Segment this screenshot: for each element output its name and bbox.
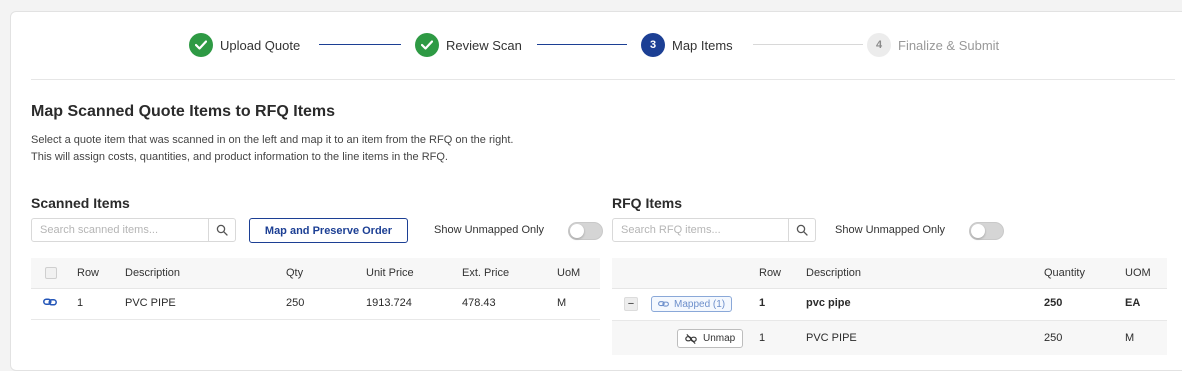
cell-uom: M (1125, 332, 1135, 344)
column-header: Description (125, 267, 181, 279)
description-line: This will assign costs, quantities, and … (31, 151, 448, 163)
cell-uom: EA (1125, 297, 1141, 309)
link-icon (658, 301, 669, 307)
divider (31, 79, 1175, 80)
mapped-badge[interactable]: Mapped (1) (651, 296, 733, 312)
scanned-items-title: Scanned Items (31, 195, 130, 211)
column-header: UoM (557, 267, 581, 279)
mapped-badge-label: Mapped (1) (674, 298, 726, 310)
step-upload-quote[interactable]: Upload Quote (189, 33, 300, 57)
step-label: Upload Quote (220, 37, 301, 53)
column-header: Row (77, 267, 100, 279)
search-button[interactable] (208, 219, 235, 241)
toggle-knob (570, 224, 584, 238)
cell-quantity: 250 (1044, 297, 1063, 309)
step-label: Finalize & Submit (898, 37, 1000, 53)
column-header: Quantity (1044, 267, 1085, 279)
check-icon (189, 33, 213, 57)
step-review-scan[interactable]: Review Scan (415, 33, 522, 57)
table-header: Row Description Quantity UOM (612, 258, 1167, 289)
cell-description: PVC PIPE (806, 332, 857, 344)
check-icon (415, 33, 439, 57)
column-header: Qty (286, 267, 304, 279)
table-row[interactable]: − Mapped (1) 1 pvc pipe 250 EA (612, 288, 1167, 321)
cell-description: pvc pipe (806, 297, 851, 309)
cell-qty: 250 (286, 297, 305, 309)
column-header: UOM (1125, 267, 1151, 279)
show-unmapped-label: Show Unmapped Only (835, 224, 946, 236)
column-header: Ext. Price (462, 267, 510, 279)
step-map-items[interactable]: 3 Map Items (641, 33, 733, 57)
collapse-toggle[interactable]: − (624, 297, 638, 311)
scanned-search-input[interactable] (32, 219, 208, 241)
show-unmapped-label: Show Unmapped Only (434, 224, 545, 236)
cell-ext-price: 478.43 (462, 297, 496, 309)
table-header: Row Description Qty Unit Price Ext. Pric… (31, 258, 600, 289)
cell-row: 1 (759, 297, 766, 309)
rfq-items-table: Row Description Quantity UOM − Mapped (1… (612, 258, 1167, 358)
step-connector (537, 44, 627, 45)
map-items-card: Upload Quote Review Scan 3 Map Items 4 F… (10, 11, 1182, 371)
search-button[interactable] (788, 219, 815, 241)
rfq-search-input[interactable] (613, 219, 788, 241)
column-header: Row (759, 267, 782, 279)
unlink-icon (685, 333, 697, 344)
show-unmapped-toggle[interactable] (969, 222, 1004, 240)
step-finalize-submit[interactable]: 4 Finalize & Submit (867, 33, 999, 57)
cell-quantity: 250 (1044, 332, 1063, 344)
column-header: Description (806, 267, 862, 279)
rfq-search (612, 218, 816, 242)
cell-description: PVC PIPE (125, 297, 176, 309)
search-icon (216, 224, 228, 236)
show-unmapped-toggle[interactable] (568, 222, 603, 240)
rfq-items-title: RFQ Items (612, 195, 683, 211)
description-line: Select a quote item that was scanned in … (31, 134, 514, 146)
cell-row: 1 (77, 297, 84, 309)
select-all-checkbox[interactable] (45, 267, 57, 279)
unmap-label: Unmap (703, 333, 736, 344)
table-row[interactable]: 1 PVC PIPE 250 1913.724 478.43 M (31, 288, 600, 320)
column-header: Unit Price (366, 267, 414, 279)
step-number: 3 (641, 33, 665, 57)
step-connector (753, 44, 863, 45)
cell-unit-price: 1913.724 (366, 297, 412, 309)
mapped-child-row: Unmap 1 PVC PIPE 250 M (612, 321, 1167, 355)
scanned-items-table: Row Description Qty Unit Price Ext. Pric… (31, 258, 600, 320)
page-description: Select a quote item that was scanned in … (31, 132, 513, 166)
cell-row: 1 (759, 332, 766, 344)
page-title: Map Scanned Quote Items to RFQ Items (31, 103, 336, 120)
step-label: Review Scan (446, 37, 522, 53)
toggle-knob (971, 224, 985, 238)
search-icon (796, 224, 808, 236)
cell-uom: M (557, 297, 567, 309)
link-icon[interactable] (43, 296, 57, 311)
step-label: Map Items (672, 37, 733, 53)
unmap-button[interactable]: Unmap (677, 329, 744, 348)
step-number: 4 (867, 33, 891, 57)
step-connector (319, 44, 401, 45)
scanned-search (31, 218, 236, 242)
map-preserve-order-button[interactable]: Map and Preserve Order (249, 218, 408, 243)
progress-stepper: Upload Quote Review Scan 3 Map Items 4 F… (11, 12, 1182, 78)
